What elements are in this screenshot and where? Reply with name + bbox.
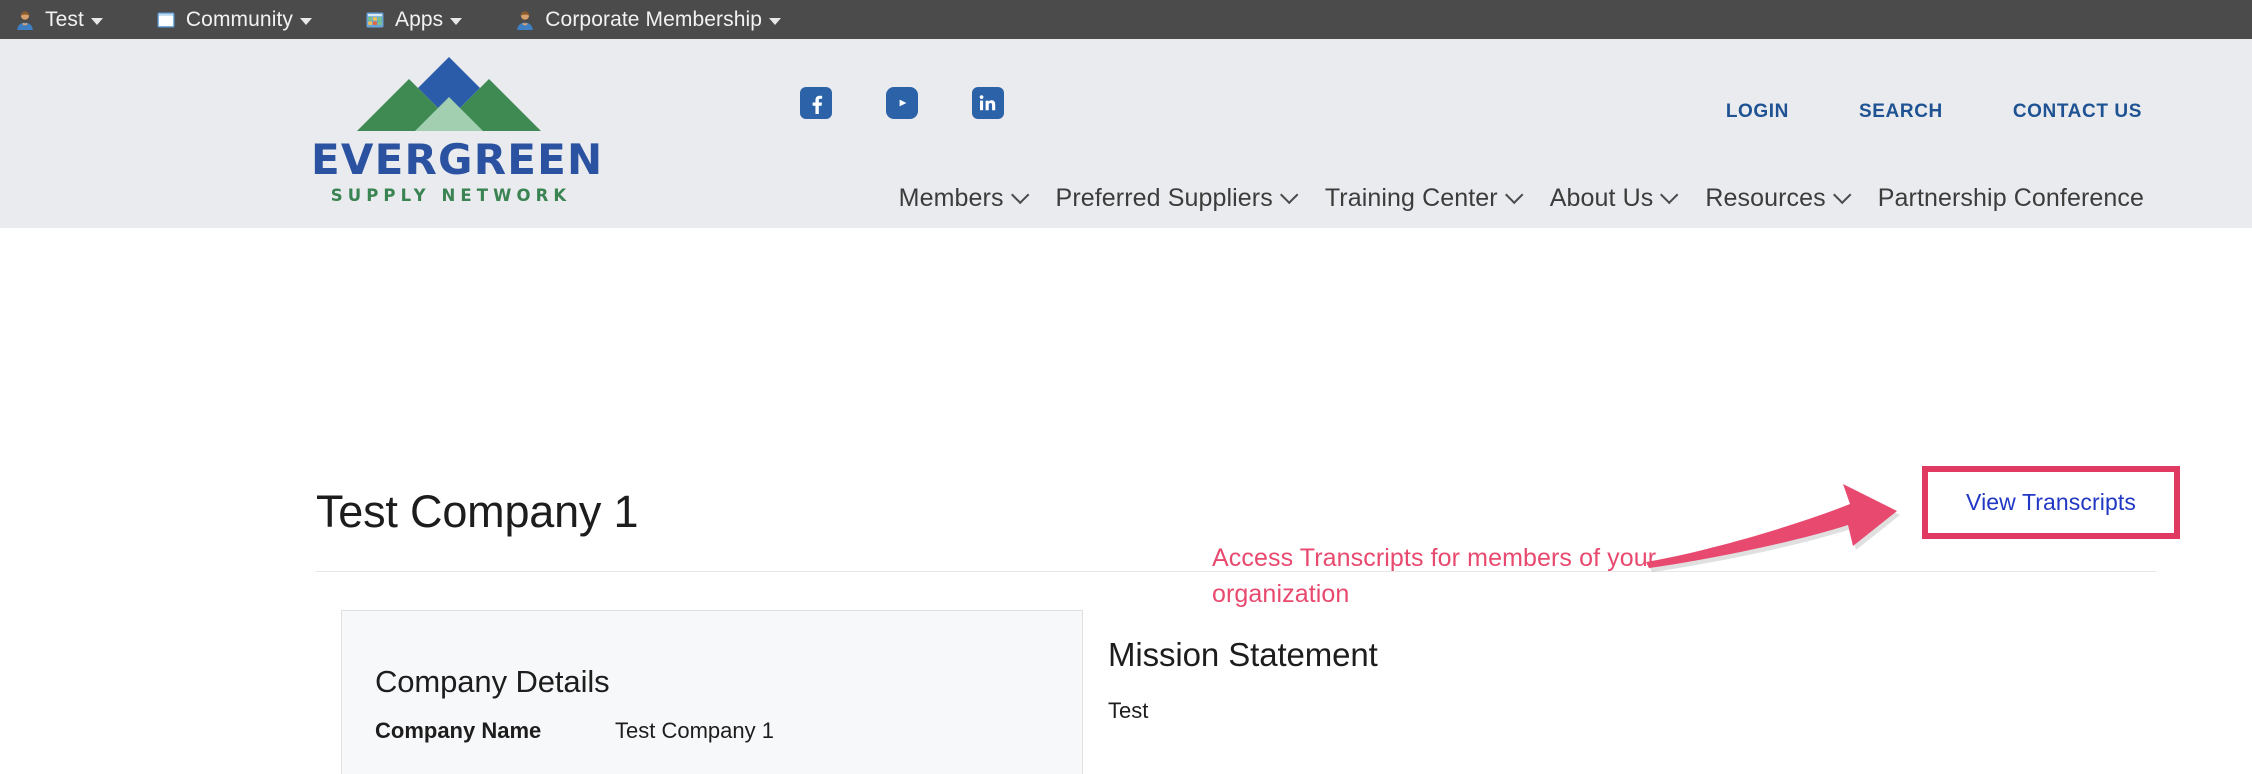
company-name-label: Company Name xyxy=(375,718,542,743)
mission-statement-body: Test xyxy=(1108,698,1149,723)
nav-item-partnership-conference[interactable]: Partnership Conference xyxy=(1878,184,2144,213)
social-links xyxy=(800,87,1004,119)
app-grid-icon xyxy=(364,9,386,31)
admin-item-label: Test xyxy=(45,7,84,31)
admin-item-label: Corporate Membership xyxy=(545,7,763,31)
chevron-down-icon xyxy=(450,18,463,25)
chevron-down-icon xyxy=(1832,185,1852,205)
evergreen-mountain-logo-icon xyxy=(349,57,549,137)
logo-wordmark: EVERGREEN xyxy=(311,135,604,184)
annotation-arrow-icon xyxy=(1646,484,1900,572)
main-navigation: Members Preferred Suppliers Training Cen… xyxy=(899,184,2144,213)
chevron-down-icon xyxy=(1279,185,1299,205)
search-link[interactable]: SEARCH xyxy=(1859,101,1943,123)
nav-item-members[interactable]: Members xyxy=(898,184,1029,213)
user-avatar-icon xyxy=(14,9,36,31)
company-details-heading: Company Details xyxy=(375,664,610,699)
user-avatar-icon xyxy=(514,9,536,31)
nav-item-label: Members xyxy=(898,184,1004,212)
admin-item-label: Apps xyxy=(395,7,444,31)
contact-us-link[interactable]: CONTACT US xyxy=(2013,101,2142,123)
admin-item-corporate-membership[interactable]: Corporate Membership xyxy=(514,7,782,32)
nav-item-label: Preferred Suppliers xyxy=(1055,184,1273,212)
logo-tagline: SUPPLY NETWORK xyxy=(330,186,572,205)
nav-item-training-center[interactable]: Training Center xyxy=(1324,184,1524,213)
window-icon xyxy=(155,9,177,31)
main-content: Test Company 1 View Transcripts Access T… xyxy=(0,228,2252,774)
admin-item-test[interactable]: Test xyxy=(14,8,103,32)
admin-item-label: Community xyxy=(185,7,294,31)
admin-item-community[interactable]: Community xyxy=(155,7,313,32)
login-link[interactable]: LOGIN xyxy=(1726,101,1789,123)
view-transcripts-button[interactable]: View Transcripts xyxy=(1966,489,2136,516)
admin-item-apps[interactable]: Apps xyxy=(364,7,463,32)
nav-item-preferred-suppliers[interactable]: Preferred Suppliers xyxy=(1055,184,1299,213)
nav-item-resources[interactable]: Resources xyxy=(1705,184,1852,213)
nav-item-label: Resources xyxy=(1705,184,1826,212)
site-logo[interactable]: EVERGREEN SUPPLY NETWORK xyxy=(311,57,604,205)
admin-toolbar: Test Community Apps Corporate Membership xyxy=(0,0,2252,39)
view-transcripts-highlight: View Transcripts xyxy=(1922,466,2180,539)
chevron-down-icon xyxy=(90,18,103,25)
chevron-down-icon xyxy=(1504,185,1524,205)
facebook-icon[interactable] xyxy=(800,87,832,119)
chevron-down-icon xyxy=(1660,185,1679,205)
nav-item-about-us[interactable]: About Us xyxy=(1549,184,1679,213)
utility-links: LOGIN SEARCH CONTACT US xyxy=(1726,101,2142,123)
company-details-card: Company Details Company Name Test Compan… xyxy=(341,610,1083,774)
company-name-value: Test Company 1 xyxy=(615,718,774,743)
linkedin-icon[interactable] xyxy=(972,87,1004,119)
nav-item-label: Training Center xyxy=(1324,184,1498,212)
chevron-down-icon xyxy=(769,18,782,25)
nav-item-label: Partnership Conference xyxy=(1877,184,2144,212)
youtube-icon[interactable] xyxy=(886,87,918,119)
nav-item-label: About Us xyxy=(1549,184,1654,212)
mission-statement-heading: Mission Statement xyxy=(1108,636,1378,673)
chevron-down-icon xyxy=(1010,185,1029,205)
mission-statement-section: Mission Statement Test xyxy=(1108,636,1378,724)
chevron-down-icon xyxy=(300,18,313,25)
company-details-row: Company Name Test Company 1 xyxy=(375,718,1082,744)
site-header: EVERGREEN SUPPLY NETWORK LOGIN SEARCH CO… xyxy=(0,39,2252,228)
annotation-text: Access Transcripts for members of your o… xyxy=(1212,544,1657,608)
page-title: Test Company 1 xyxy=(316,486,639,537)
